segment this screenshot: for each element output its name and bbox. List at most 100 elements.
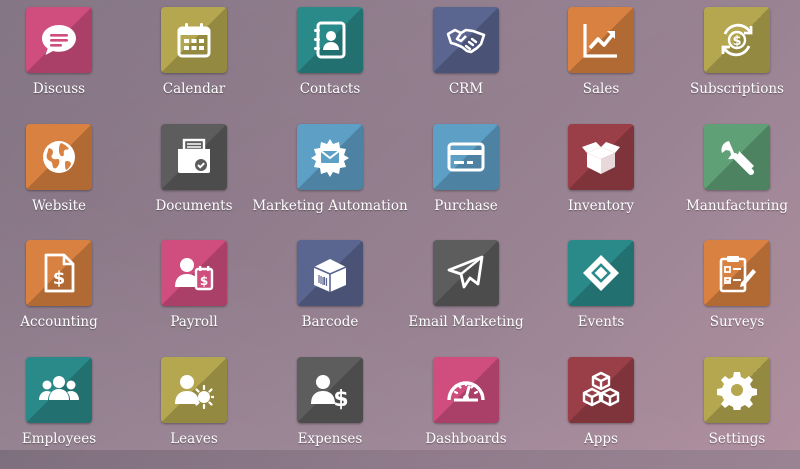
app-tile[interactable] [704, 357, 770, 423]
app-inventory[interactable]: Inventory [536, 124, 666, 236]
person-dollar-icon: $ [311, 375, 349, 410]
app-tile[interactable] [568, 124, 634, 190]
chat-bubble-icon [42, 25, 76, 55]
app-label: Barcode [301, 314, 359, 330]
app-label: Calendar [162, 81, 226, 97]
credit-card-icon [447, 142, 485, 172]
people-group-icon [39, 376, 79, 400]
app-contacts[interactable]: Contacts [265, 7, 395, 119]
app-label: CRM [448, 81, 484, 97]
app-documents[interactable]: Documents [129, 124, 259, 236]
document-box-icon [178, 138, 210, 173]
app-tile[interactable] [26, 357, 92, 423]
app-sales[interactable]: Sales [536, 7, 666, 119]
app-employees[interactable]: Employees [0, 357, 124, 469]
barcode-box-icon [313, 259, 347, 292]
app-tile[interactable] [704, 124, 770, 190]
app-label: Dashboards [425, 431, 507, 447]
app-tile[interactable]: $ [161, 240, 227, 306]
app-tile[interactable] [297, 124, 363, 190]
person-sun-icon [175, 375, 214, 410]
app-label: Payroll [170, 314, 218, 330]
app-accounting[interactable]: $ Accounting [0, 240, 124, 352]
app-label: Manufacturing [685, 198, 789, 214]
address-book-icon [314, 21, 346, 59]
app-label: Accounting [20, 314, 98, 330]
svg-text:$: $ [200, 274, 208, 288]
app-tile[interactable] [161, 124, 227, 190]
app-tile[interactable] [568, 7, 634, 73]
app-label: Settings [708, 431, 766, 447]
app-label: Documents [155, 198, 233, 214]
ticket-icon [583, 255, 619, 291]
app-label: Events [577, 314, 625, 330]
app-subscriptions[interactable]: $ Subscriptions [672, 7, 800, 119]
app-manufacturing[interactable]: Manufacturing [672, 124, 800, 236]
handshake-icon [446, 28, 486, 54]
gear-envelope-icon [311, 139, 349, 177]
app-crm[interactable]: CRM [401, 7, 531, 119]
app-label: Contacts [299, 81, 361, 97]
globe-icon [43, 141, 75, 173]
app-label: Apps [584, 431, 618, 447]
app-tile[interactable] [297, 7, 363, 73]
app-tile[interactable] [161, 357, 227, 423]
calendar-icon [177, 23, 211, 58]
app-label: Sales [582, 81, 620, 97]
cubes-icon [582, 371, 620, 407]
app-payroll[interactable]: $ Payroll [129, 240, 259, 352]
app-label: Expenses [297, 431, 363, 447]
app-barcode[interactable]: Barcode [265, 240, 395, 352]
checklist-icon [719, 256, 756, 293]
app-dashboards[interactable]: Dashboards [401, 357, 531, 469]
app-label: Subscriptions [690, 81, 784, 97]
gear-icon [717, 372, 757, 410]
paper-plane-icon [447, 255, 484, 289]
app-label: Leaves [170, 431, 218, 447]
app-tile[interactable] [433, 240, 499, 306]
app-tile[interactable] [161, 7, 227, 73]
app-tile[interactable] [26, 7, 92, 73]
wrench-icon [721, 141, 754, 175]
app-label: Marketing Automation [252, 198, 408, 214]
speedometer-icon [447, 381, 485, 402]
app-discuss[interactable]: Discuss [0, 7, 124, 119]
app-label: Email Marketing [408, 314, 524, 330]
app-purchase[interactable]: Purchase [401, 124, 531, 236]
app-surveys[interactable]: Surveys [672, 240, 800, 352]
app-label: Inventory [568, 198, 634, 214]
app-marketing-automation[interactable]: Marketing Automation [252, 124, 408, 236]
app-tile[interactable] [568, 240, 634, 306]
app-label: Website [31, 198, 87, 214]
app-website[interactable]: Website [0, 124, 124, 236]
recurring-dollar-icon: $ [721, 23, 753, 57]
svg-text:$: $ [333, 387, 348, 410]
chart-up-icon [583, 24, 617, 58]
app-email-marketing[interactable]: Email Marketing [401, 240, 531, 352]
app-tile[interactable] [568, 357, 634, 423]
open-box-icon [582, 142, 620, 174]
app-tile[interactable] [26, 124, 92, 190]
app-label: Surveys [709, 314, 765, 330]
app-label: Purchase [434, 198, 498, 214]
app-tile[interactable] [433, 7, 499, 73]
svg-text:$: $ [53, 268, 66, 289]
app-leaves[interactable]: Leaves [129, 357, 259, 469]
svg-text:$: $ [732, 34, 741, 49]
app-tile[interactable] [297, 240, 363, 306]
app-expenses[interactable]: $ Expenses [265, 357, 395, 469]
app-tile[interactable] [433, 357, 499, 423]
app-apps[interactable]: Apps [536, 357, 666, 469]
invoice-dollar-icon: $ [44, 253, 75, 293]
app-tile[interactable]: $ [704, 7, 770, 73]
app-tile[interactable] [704, 240, 770, 306]
app-tile[interactable] [433, 124, 499, 190]
app-label: Discuss [32, 81, 86, 97]
person-dollar-icon: $ [175, 258, 214, 291]
app-label: Employees [21, 431, 97, 447]
app-settings[interactable]: Settings [672, 357, 800, 469]
app-tile[interactable]: $ [26, 240, 92, 306]
app-calendar[interactable]: Calendar [129, 7, 259, 119]
app-tile[interactable]: $ [297, 357, 363, 423]
app-events[interactable]: Events [536, 240, 666, 352]
